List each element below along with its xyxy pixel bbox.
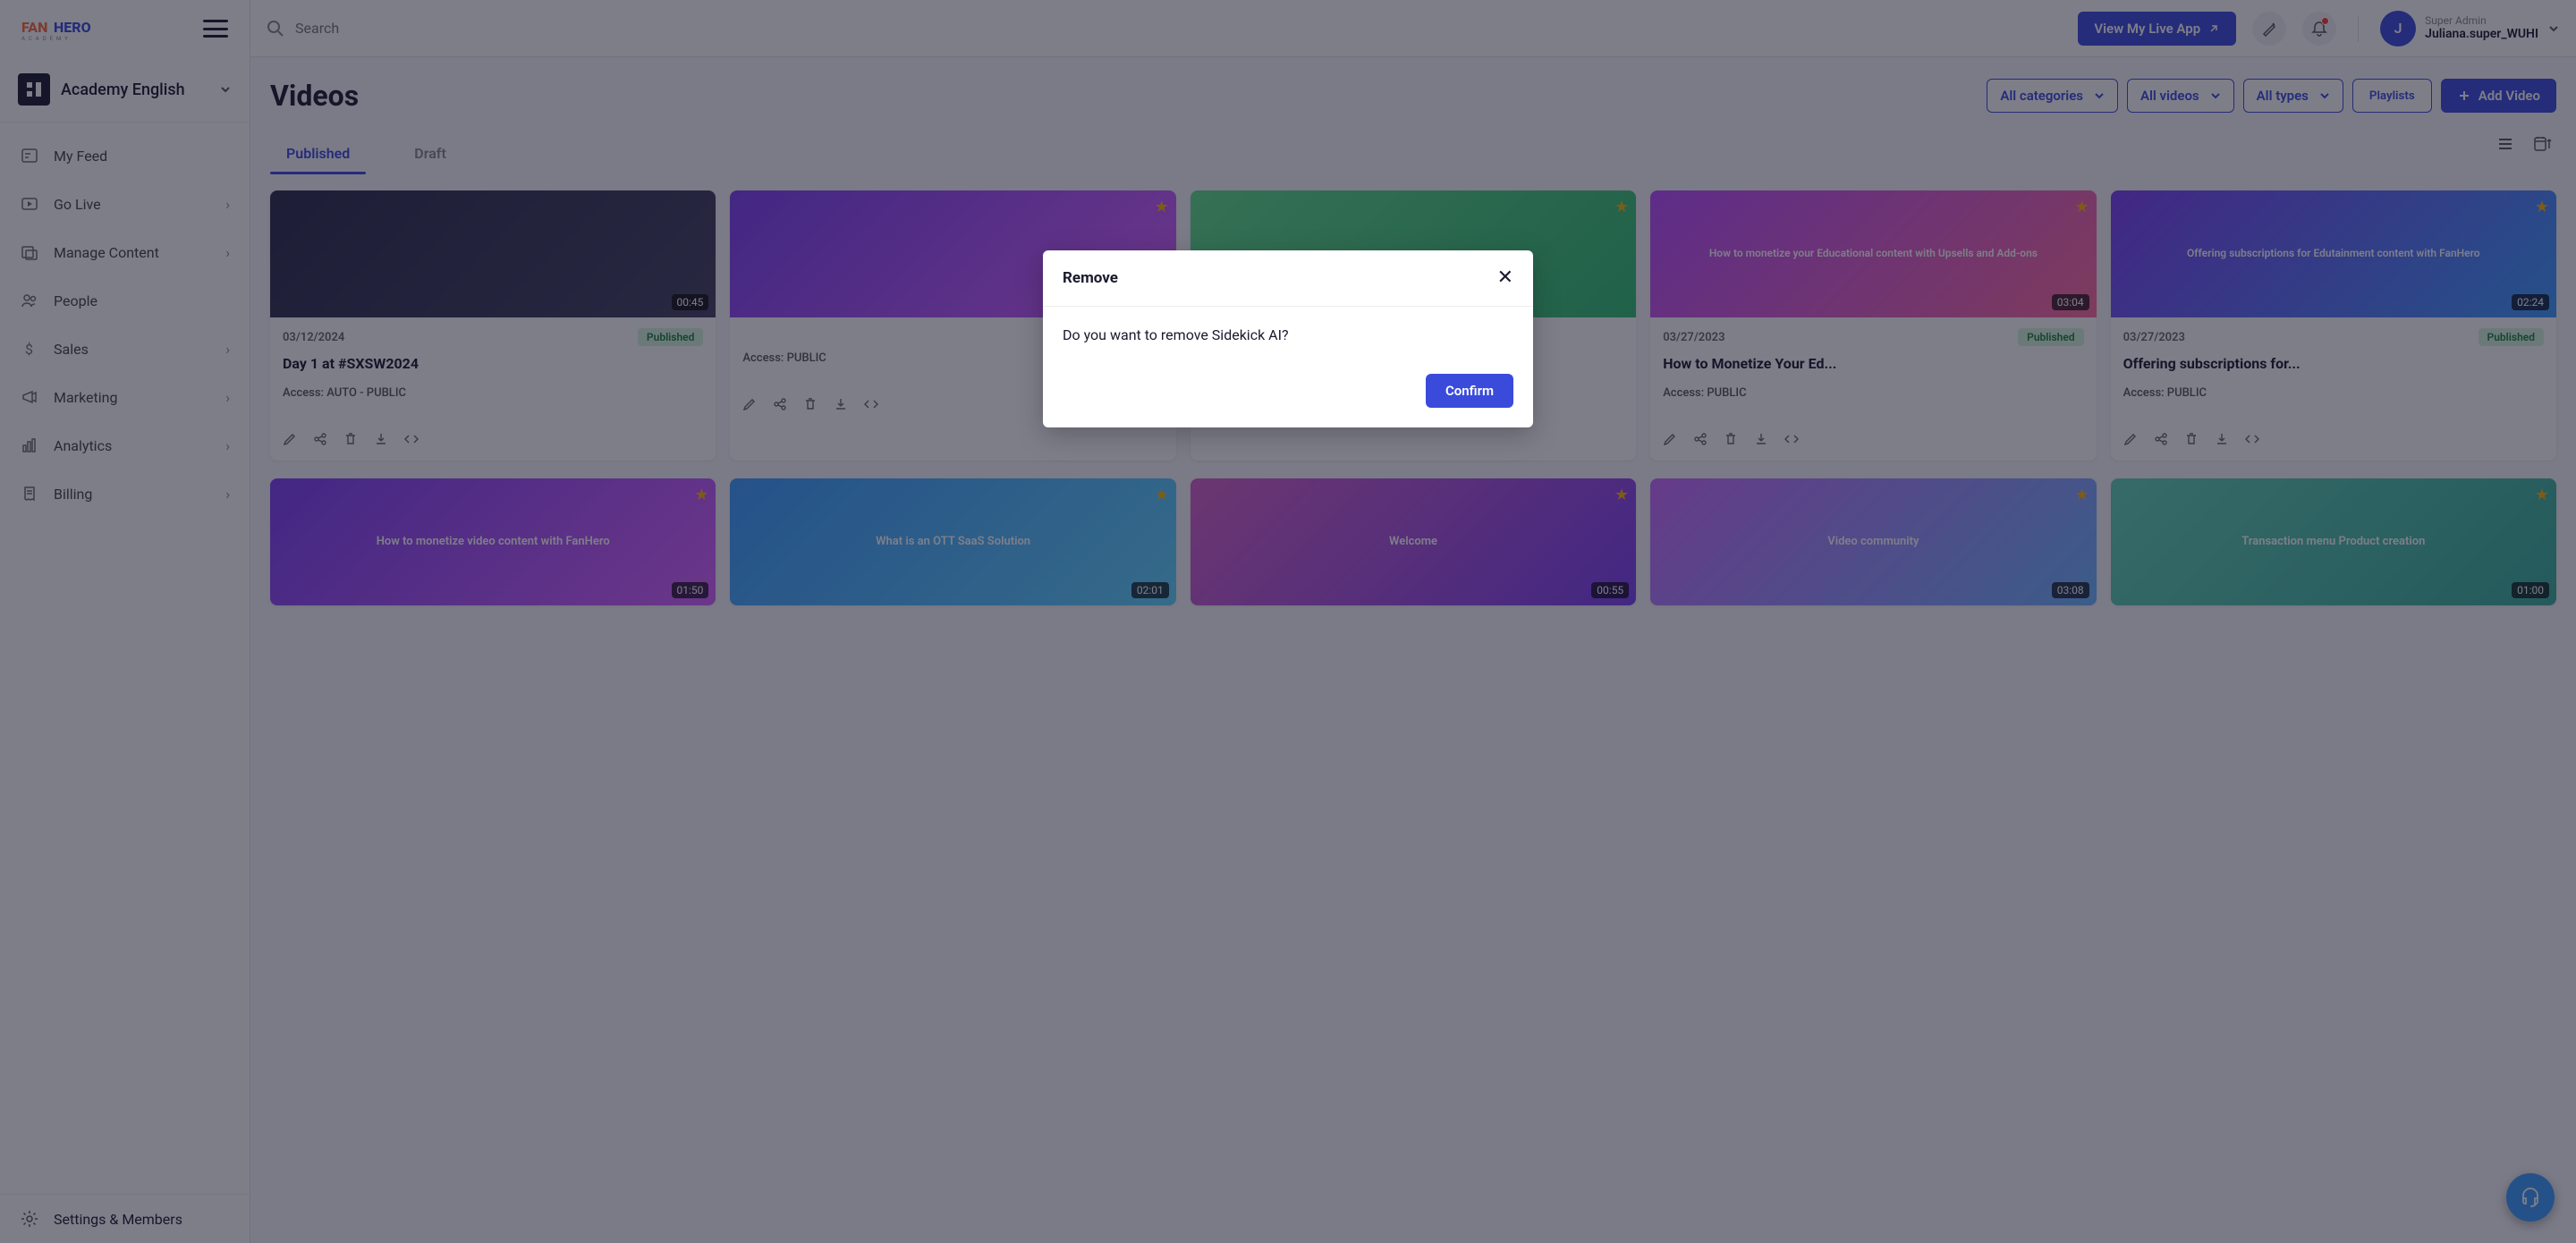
remove-modal: Remove ✕ Do you want to remove Sidekick … bbox=[1043, 250, 1533, 427]
close-icon[interactable]: ✕ bbox=[1497, 268, 1513, 288]
modal-overlay: Remove ✕ Do you want to remove Sidekick … bbox=[0, 0, 2576, 1243]
confirm-button[interactable]: Confirm bbox=[1426, 374, 1513, 408]
modal-message: Do you want to remove Sidekick AI? bbox=[1043, 307, 1533, 363]
modal-title: Remove bbox=[1063, 269, 1118, 287]
